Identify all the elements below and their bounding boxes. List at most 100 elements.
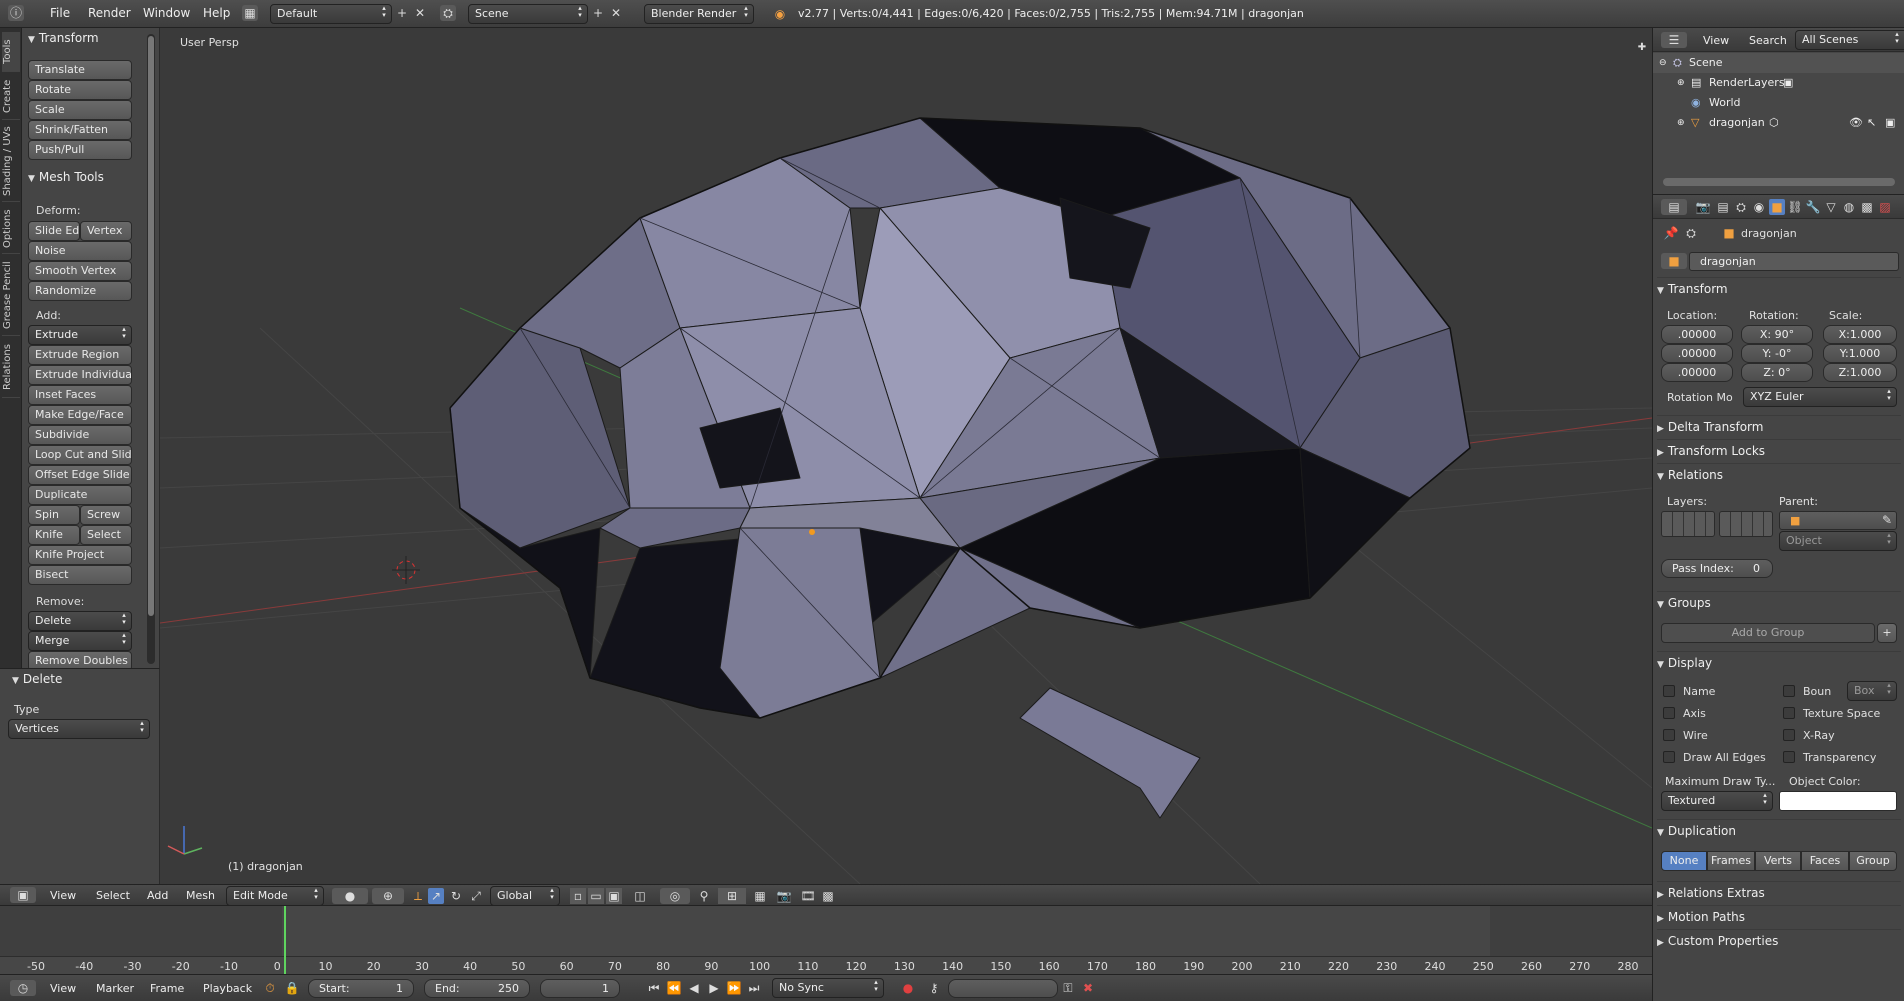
properties-editor-type-icon[interactable]: ▤ <box>1661 199 1687 215</box>
duplication-none-option[interactable]: None <box>1661 851 1707 871</box>
menu-render[interactable]: Render <box>88 6 131 20</box>
modifiers-tab-icon[interactable]: 🔧 <box>1805 199 1821 215</box>
snap-toggle-icon[interactable]: ⚲ <box>696 888 712 904</box>
snap-target-icon[interactable]: ▦ <box>752 888 768 904</box>
subdivide-button[interactable]: Subdivide <box>28 425 132 445</box>
xray-checkbox[interactable] <box>1783 729 1795 741</box>
menu-view[interactable]: View <box>50 889 76 902</box>
extrude-individual-button[interactable]: Extrude Individual <box>28 365 132 385</box>
texture-space-checkbox[interactable] <box>1783 707 1795 719</box>
duplication-group-option[interactable]: Group <box>1849 851 1897 871</box>
operator-panel-header[interactable]: ▼ Delete <box>12 672 62 686</box>
loop-cut-slide-button[interactable]: Loop Cut and Slide <box>28 445 132 465</box>
keying-set-field[interactable] <box>948 979 1058 998</box>
opengl-anim-icon[interactable]: 🎞 <box>800 888 816 904</box>
randomize-button[interactable]: Randomize <box>28 281 132 301</box>
menu-timeline-view[interactable]: View <box>50 982 76 995</box>
data-tab-icon[interactable]: ▽ <box>1823 199 1839 215</box>
add-layout-icon[interactable]: + <box>394 5 410 21</box>
noise-button[interactable]: Noise <box>28 241 132 261</box>
spin-button[interactable]: Spin <box>28 505 80 525</box>
add-scene-icon[interactable]: + <box>590 5 606 21</box>
knife-project-button[interactable]: Knife Project <box>28 545 132 565</box>
scale-x-field[interactable]: X:1.000 <box>1823 325 1897 344</box>
screen-layout-icon[interactable]: ▦ <box>242 5 258 21</box>
vertex-select-mode-icon[interactable]: ▫ <box>570 888 586 904</box>
offset-edge-slide-button[interactable]: Offset Edge Slide <box>28 465 132 485</box>
pin-icon[interactable]: 📌 <box>1663 225 1679 241</box>
face-select-mode-icon[interactable]: ▣ <box>606 888 622 904</box>
remove-layout-icon[interactable]: ✕ <box>412 5 428 21</box>
menu-file[interactable]: File <box>50 6 70 20</box>
tab-tools[interactable]: Tools <box>2 32 20 72</box>
object-tab-icon[interactable]: ■ <box>1769 199 1785 215</box>
scene-tab-icon[interactable]: ⛭ <box>1733 199 1749 215</box>
sync-mode-select[interactable]: No Sync <box>772 978 884 998</box>
pass-index-field[interactable]: Pass Index: 0 <box>1661 559 1773 578</box>
knife-button[interactable]: Knife <box>28 525 80 545</box>
world-tab-icon[interactable]: ◉ <box>1751 199 1767 215</box>
timeline-area[interactable]: -50 -40 -30 -20 -10 0 10 20 30 40 50 60 70 80 90 100 110… <box>0 906 1652 974</box>
visibility-eye-icon[interactable]: 👁 <box>1849 113 1863 133</box>
viewport-canvas[interactable] <box>160 28 1652 884</box>
smooth-vertex-button[interactable]: Smooth Vertex <box>28 261 132 281</box>
outliner-row-dragonjan[interactable]: ⊕ ▽ dragonjan ⬡ 👁 ↖ ▣ <box>1653 113 1904 133</box>
delete-keyframe-icon[interactable]: ✖ <box>1080 980 1096 996</box>
outliner-row-renderlayers[interactable]: ⊕ ▤ RenderLayers ▣ <box>1653 73 1904 93</box>
3d-viewport[interactable]: User Persp (1) dragonjan ✚ <box>160 28 1652 884</box>
layers-grid-left[interactable] <box>1661 511 1715 537</box>
name-checkbox[interactable] <box>1663 685 1675 697</box>
menu-help[interactable]: Help <box>203 6 230 20</box>
collapse-icon[interactable]: ⊖ <box>1659 53 1667 73</box>
render-tab-icon[interactable]: 📷 <box>1695 199 1711 215</box>
scale-button[interactable]: Scale <box>28 100 132 120</box>
scale-z-field[interactable]: Z:1.000 <box>1823 363 1897 382</box>
outliner-scrollbar[interactable] <box>1663 178 1895 186</box>
menu-frame[interactable]: Frame <box>150 982 184 995</box>
extrude-region-button[interactable]: Extrude Region <box>28 345 132 365</box>
transform-section-header[interactable]: ▼ Transform <box>1657 277 1901 299</box>
layers-grid-right[interactable] <box>1719 511 1773 537</box>
record-icon[interactable]: ● <box>900 980 916 996</box>
knife-select-button[interactable]: Select <box>80 525 132 545</box>
current-frame-cursor[interactable] <box>284 906 286 974</box>
push-pull-button[interactable]: Push/Pull <box>28 140 132 160</box>
menu-outliner-view[interactable]: View <box>1703 34 1729 47</box>
operator-type-select[interactable]: Vertices <box>8 719 150 739</box>
scale-y-field[interactable]: Y:1.000 <box>1823 344 1897 363</box>
rotation-y-field[interactable]: Y: -0° <box>1741 344 1813 363</box>
add-to-group-button[interactable]: Add to Group <box>1661 623 1875 643</box>
menu-outliner-search[interactable]: Search <box>1749 34 1787 47</box>
preview-range-icon[interactable]: ⏱ <box>262 980 278 996</box>
menu-add[interactable]: Add <box>147 889 168 902</box>
outliner-row-scene[interactable]: ⊖ ⛭ Scene <box>1653 53 1904 73</box>
screw-button[interactable]: Screw <box>80 505 132 525</box>
outliner-row-world[interactable]: ◉ World <box>1653 93 1904 113</box>
expand-icon[interactable]: ⊕ <box>1677 113 1685 133</box>
rotation-x-field[interactable]: X: 90° <box>1741 325 1813 344</box>
menu-marker[interactable]: Marker <box>96 982 134 995</box>
editor-type-icon[interactable]: ▣ <box>10 887 36 903</box>
viewport-shading-icon[interactable]: ● <box>332 888 368 904</box>
display-section-header[interactable]: ▼ Display <box>1657 651 1901 673</box>
max-draw-type-select[interactable]: Textured <box>1661 791 1773 811</box>
camera-view-icon[interactable]: ▩ <box>820 888 836 904</box>
selectability-cursor-icon[interactable]: ↖ <box>1867 113 1876 133</box>
outliner-display-mode-select[interactable]: All Scenes <box>1795 30 1904 50</box>
mesh-tools-panel-header[interactable]: ▼ Mesh Tools <box>28 170 104 184</box>
slide-edge-button[interactable]: Slide Ed <box>28 221 80 241</box>
snap-element-icon[interactable]: ⊞ <box>718 888 746 904</box>
render-engine-select[interactable]: Blender Render <box>644 4 754 24</box>
menu-select[interactable]: Select <box>96 889 130 902</box>
start-frame-field[interactable]: Start: 1 <box>308 979 414 998</box>
constraints-tab-icon[interactable]: ⛓ <box>1787 199 1803 215</box>
location-y-field[interactable]: .00000 <box>1661 344 1733 363</box>
delete-dropdown[interactable]: Delete <box>28 611 132 631</box>
object-name-field[interactable]: dragonjan <box>1689 252 1899 271</box>
remove-scene-icon[interactable]: ✕ <box>608 5 624 21</box>
eyedropper-icon[interactable]: ✎ <box>1879 512 1895 528</box>
edge-select-mode-icon[interactable]: ▭ <box>588 888 604 904</box>
jump-keyframe-forward-icon[interactable]: ⏩ <box>726 980 742 996</box>
add-group-plus-button[interactable]: + <box>1877 623 1897 643</box>
motion-paths-section-header[interactable]: ▶ Motion Paths <box>1657 905 1901 927</box>
